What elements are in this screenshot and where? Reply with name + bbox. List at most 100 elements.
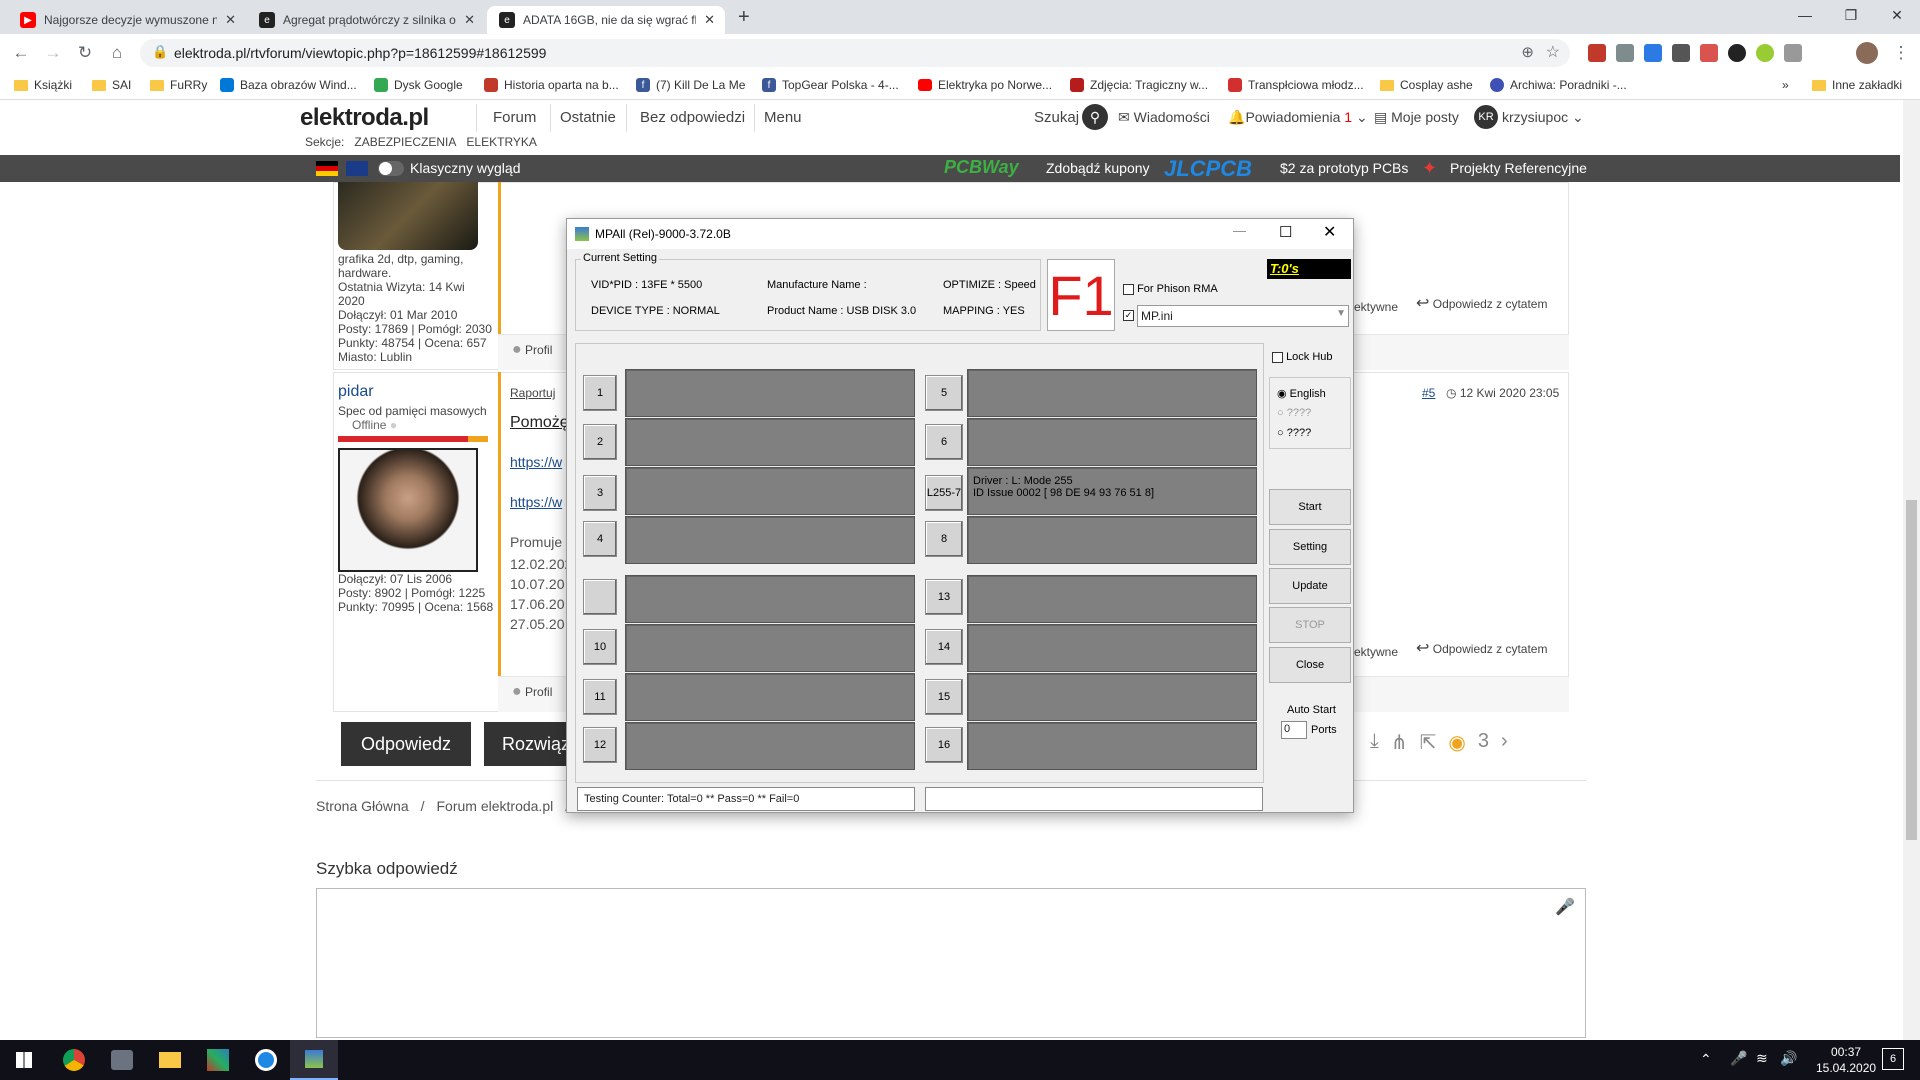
post-link[interactable]: https://w [510, 454, 562, 470]
dialog-maximize-button[interactable]: ☐ [1279, 223, 1292, 241]
eye-extension-icon[interactable] [1728, 44, 1746, 62]
chevron-right-icon[interactable]: › [1501, 730, 1508, 755]
volume-icon[interactable]: 🔊 [1780, 1050, 1797, 1067]
download-icon[interactable]: ⤓ [1370, 730, 1379, 755]
profile-avatar[interactable] [1856, 42, 1878, 64]
section-link[interactable]: ZABEZPIECZENIA [354, 135, 456, 149]
nav-latest[interactable]: Ostatnie [560, 109, 616, 126]
eye-icon[interactable]: ◉ [1448, 730, 1465, 755]
wifi-icon[interactable]: ≋ [1756, 1050, 1768, 1067]
profile-link[interactable]: ● Profil [512, 342, 552, 358]
extension-icon[interactable] [1784, 44, 1802, 62]
messages-link[interactable]: ✉ Wiadomości [1118, 109, 1210, 126]
nav-unanswered[interactable]: Bez odpowiedzi [640, 109, 745, 126]
for-phison-checkbox[interactable]: For Phison RMA [1123, 283, 1218, 295]
bookmark[interactable]: Transpłciowa młodz... [1228, 78, 1364, 92]
search-label[interactable]: Szukaj [1034, 109, 1079, 126]
nav-forum[interactable]: Forum [493, 109, 536, 126]
port-button[interactable]: 14 [925, 629, 963, 665]
url-bar[interactable]: 🔒 elektroda.pl/rtvforum/viewtopic.php?p=… [140, 39, 1570, 67]
promo-text[interactable]: Projekty Referencyjne [1450, 160, 1587, 176]
post-number-link[interactable]: #5 [1422, 386, 1435, 400]
new-tab-button[interactable]: + [738, 6, 750, 29]
browser-tab-2[interactable]: e Agregat prądotwórczy z silnika od ✕ [247, 6, 485, 34]
uk-flag-icon[interactable] [346, 161, 368, 176]
dialog-close-button[interactable]: ✕ [1323, 222, 1336, 242]
dialog-minimize-button[interactable]: — [1233, 223, 1246, 238]
microphone-icon[interactable]: 🎤 [1555, 897, 1575, 917]
bookmark[interactable]: Dysk Google [374, 78, 463, 92]
port-button[interactable]: 12 [583, 727, 617, 763]
bookmark[interactable]: Książki [14, 78, 72, 92]
bookmark[interactable]: Baza obrazów Wind... [220, 78, 357, 92]
close-window-button[interactable]: ✕ [1874, 0, 1920, 30]
bookmark[interactable]: FuRRy [150, 78, 207, 92]
breadcrumb-home[interactable]: Strona Główna [316, 798, 409, 814]
helpful-link[interactable]: ektywne [1354, 645, 1398, 659]
helpful-link[interactable]: ektywne [1354, 300, 1398, 314]
extension-icon[interactable] [1644, 44, 1662, 62]
classic-toggle[interactable] [378, 161, 404, 176]
setting-button[interactable]: Setting [1269, 529, 1351, 565]
share-icon[interactable]: ⋔ [1391, 730, 1408, 755]
file-explorer-icon[interactable] [146, 1040, 194, 1080]
zoom-icon[interactable]: ⊕ [1521, 43, 1534, 61]
port-button[interactable]: 15 [925, 679, 963, 715]
port-button[interactable]: L255-7 [925, 475, 963, 511]
notification-center-icon[interactable]: 6 [1882, 1048, 1904, 1070]
site-logo[interactable]: elektroda.pl [300, 104, 429, 132]
port-button[interactable]: 3 [583, 475, 617, 511]
extension-icon[interactable] [1756, 44, 1774, 62]
port-button[interactable]: 8 [925, 521, 963, 557]
external-link-icon[interactable]: ⇱ [1420, 730, 1437, 755]
ini-checkbox[interactable]: ✓ [1123, 309, 1134, 321]
microphone-icon[interactable]: 🎤 [1730, 1050, 1747, 1067]
page-scrollbar[interactable] [1903, 100, 1920, 1040]
port-button[interactable]: 16 [925, 727, 963, 763]
restore-button[interactable]: ❐ [1828, 0, 1874, 30]
notifications-link[interactable]: 🔔Powiadomienia 1 ⌄ [1228, 109, 1368, 126]
port-button[interactable]: 10 [583, 629, 617, 665]
app-icon[interactable] [242, 1040, 290, 1080]
breadcrumb-forum[interactable]: Forum elektroda.pl [437, 798, 554, 814]
close-button[interactable]: Close [1269, 647, 1351, 683]
ini-file-select[interactable]: MP.ini ▼ [1137, 305, 1349, 327]
promo-text[interactable]: $2 za prototyp PCBs [1280, 160, 1408, 176]
clock[interactable]: 00:37 15.04.2020 [1816, 1044, 1876, 1076]
pcbway-logo[interactable]: PCBWay [944, 157, 1019, 178]
search-icon[interactable]: ⚲ [1082, 104, 1108, 130]
minimize-button[interactable]: — [1782, 0, 1828, 30]
back-icon[interactable]: ← [10, 42, 32, 64]
ti-logo-icon[interactable]: ✦ [1422, 158, 1437, 179]
language-radio-english[interactable]: ◉ English [1277, 387, 1326, 400]
other-bookmarks[interactable]: Inne zakładki [1812, 78, 1902, 92]
reply-button[interactable]: Odpowiedz [341, 722, 471, 766]
report-link[interactable]: Raportuj [510, 386, 555, 400]
close-tab-icon[interactable]: ✕ [464, 12, 475, 28]
section-link[interactable]: ELEKTRYKA [466, 135, 536, 149]
post-link[interactable]: https://w [510, 494, 562, 510]
port-button[interactable]: 1 [583, 375, 617, 411]
bookmark[interactable]: Archiwa: Poradniki -... [1490, 78, 1627, 92]
extension-icon[interactable] [1616, 44, 1634, 62]
forward-icon[interactable]: → [42, 42, 64, 64]
close-tab-icon[interactable]: ✕ [225, 12, 236, 28]
language-radio[interactable]: ○ ???? [1277, 407, 1311, 419]
update-button[interactable]: Update [1269, 568, 1351, 604]
profile-link[interactable]: ● Profil [512, 684, 552, 700]
extension-icon[interactable] [1672, 44, 1690, 62]
language-radio[interactable]: ○ ???? [1277, 427, 1311, 439]
bookmark[interactable]: Zdjęcia: Tragiczny w... [1070, 78, 1208, 92]
bookmark[interactable]: Cosplay ashe [1380, 78, 1473, 92]
chevron-up-icon[interactable]: ⌃ [1700, 1051, 1712, 1068]
user-avatar[interactable]: KR [1474, 105, 1498, 129]
menu-dots-icon[interactable]: ⋮ [1890, 42, 1912, 64]
post-username[interactable]: pidar [338, 383, 374, 401]
reload-icon[interactable]: ↻ [74, 42, 96, 64]
home-icon[interactable]: ⌂ [106, 42, 128, 64]
nav-menu[interactable]: Menu [764, 109, 802, 126]
bookmark[interactable]: f (7) Kill De La Me [636, 78, 745, 92]
messenger-icon[interactable] [98, 1040, 146, 1080]
extension-icon[interactable] [1588, 44, 1606, 62]
browser-tab-1[interactable]: ▶ Najgorsze decyzje wymuszone na ✕ [8, 6, 246, 34]
